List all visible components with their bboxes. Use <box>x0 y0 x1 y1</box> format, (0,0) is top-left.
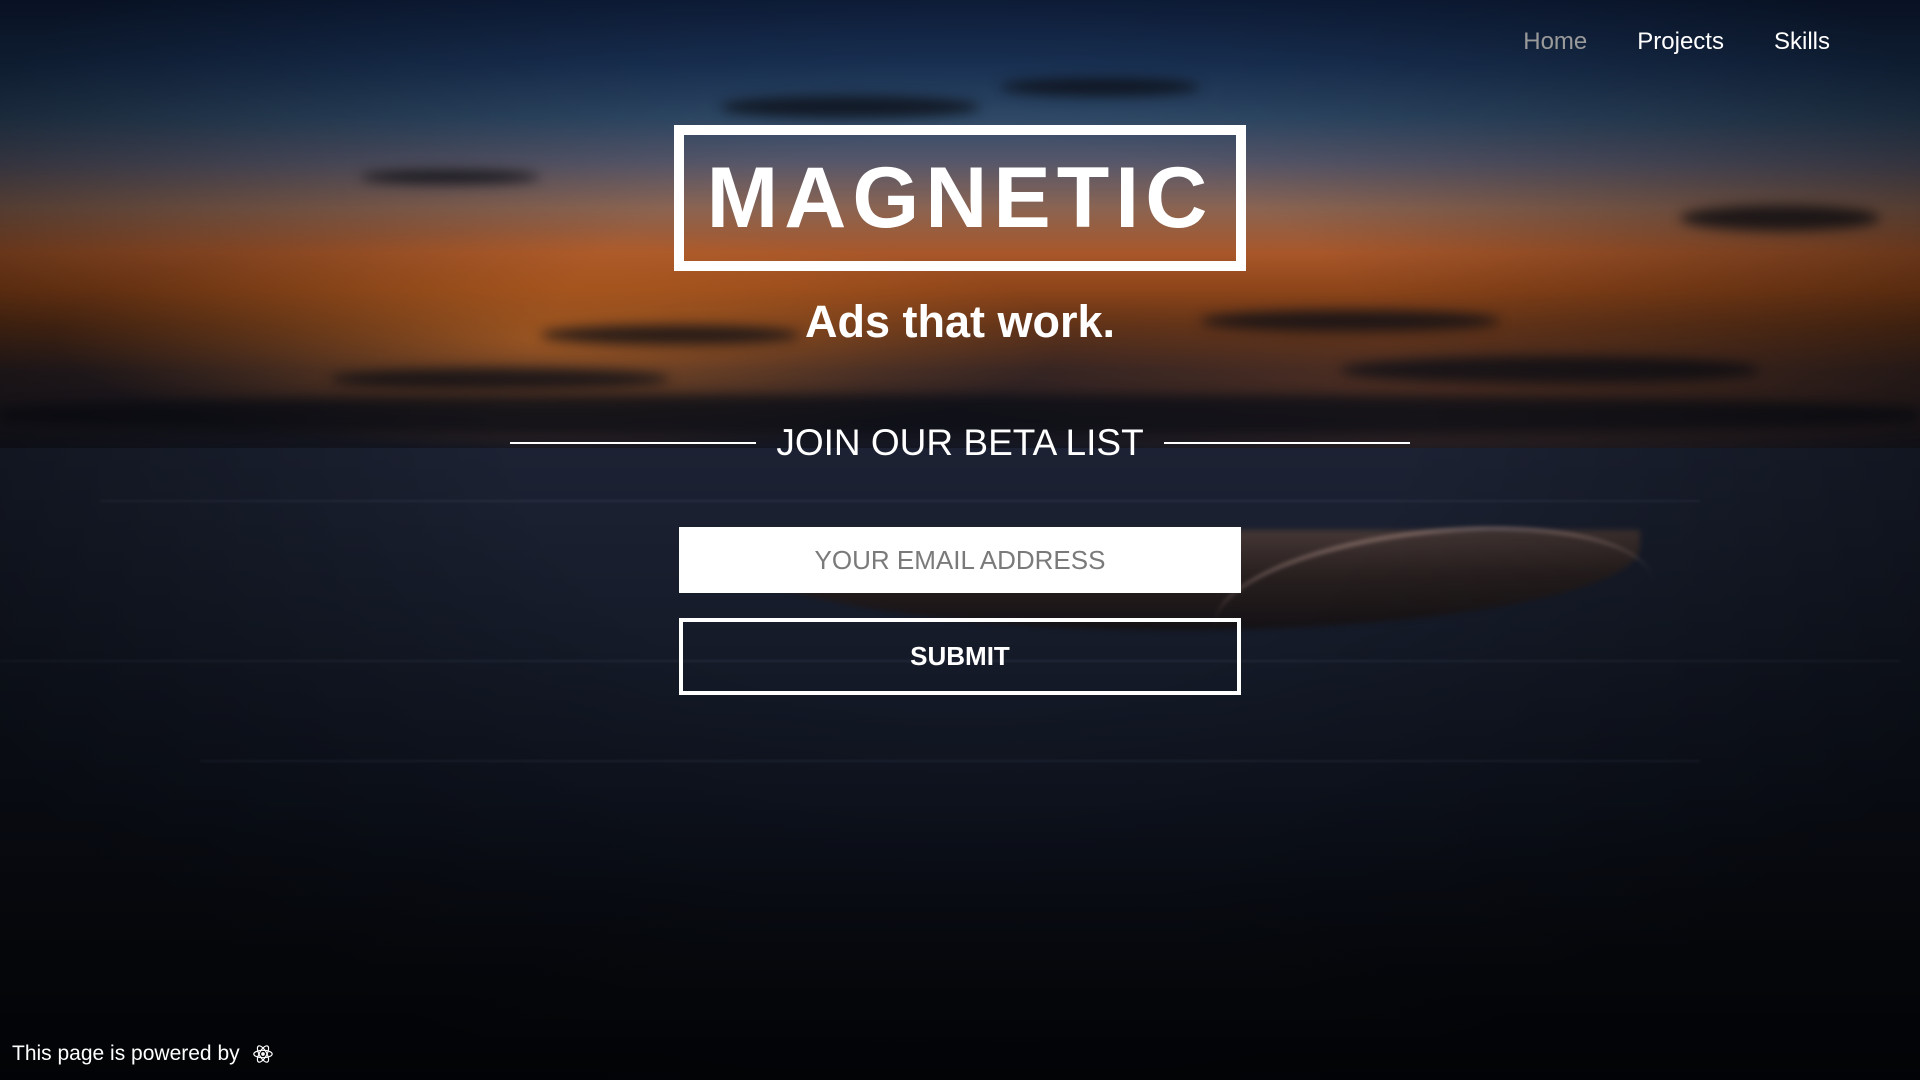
nav-item-skills[interactable]: Skills <box>1774 28 1830 56</box>
divider-left <box>510 442 757 444</box>
nav-item-projects[interactable]: Projects <box>1637 28 1724 56</box>
powered-by: This page is powered by <box>12 1042 274 1066</box>
beta-heading: JOIN OUR BETA LIST <box>510 418 1411 468</box>
email-field[interactable] <box>679 527 1241 593</box>
top-nav: Home Projects Skills <box>1523 28 1830 56</box>
divider-right <box>1163 442 1411 444</box>
logo-text: MAGNETIC <box>706 150 1214 246</box>
tagline: Ads that work. <box>804 296 1116 347</box>
submit-button[interactable]: SUBMIT <box>679 618 1241 695</box>
beta-title: JOIN OUR BETA LIST <box>776 422 1144 463</box>
logo-frame: MAGNETIC <box>689 140 1231 256</box>
powered-by-text: This page is powered by <box>12 1042 240 1065</box>
logo: MAGNETIC <box>674 125 1246 271</box>
landing-page: Home Projects Skills MAGNETIC Ads that w… <box>0 0 1920 1080</box>
nav-item-home[interactable]: Home <box>1523 28 1587 56</box>
react-icon <box>252 1043 274 1065</box>
